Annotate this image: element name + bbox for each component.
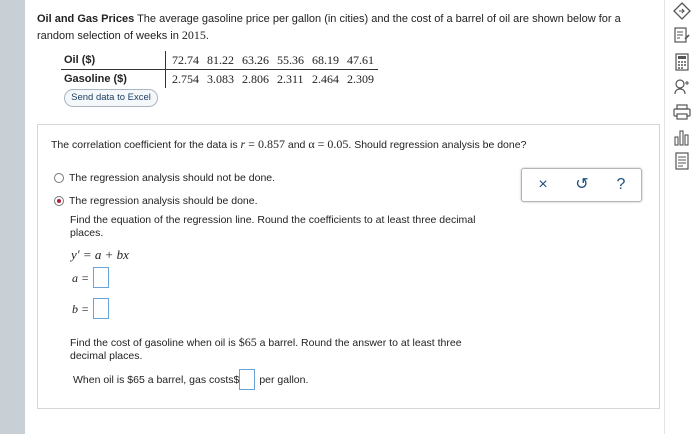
document-icon[interactable] (673, 152, 691, 170)
answer-prefix: When oil is $65 a barrel, gas costs$ (73, 373, 240, 386)
option-done[interactable]: The regression analysis should be done. (54, 195, 258, 207)
question-panel: The correlation coefficient for the data… (37, 124, 660, 409)
option-label: The regression analysis should not be do… (69, 172, 276, 184)
table-cell: 47.61 (343, 51, 378, 70)
find-equation-text: Find the equation of the regression line… (70, 214, 476, 239)
problem-title: Oil and Gas Prices (37, 13, 135, 25)
row-label: Gasoline ($) (64, 73, 127, 85)
find-cost-text: Find the cost of gasoline when oil is $6… (70, 335, 462, 363)
coef-a-row: a = (72, 267, 109, 288)
diamond-icon[interactable] (673, 2, 691, 20)
radio-button-selected[interactable] (54, 196, 64, 206)
table-cell: 68.19 (308, 51, 343, 70)
table-row-gasoline: Gasoline ($) 2.754 3.083 2.806 2.311 2.4… (61, 69, 378, 88)
calculator-icon[interactable] (673, 53, 691, 71)
print-icon[interactable] (673, 103, 691, 121)
row-label: Oil ($) (61, 51, 166, 70)
main-content: Oil and Gas Prices The average gasoline … (37, 0, 660, 434)
send-to-excel-button[interactable]: Send data to Excel (64, 89, 158, 107)
radio-button[interactable] (54, 173, 64, 183)
table-cell: 81.22 (203, 51, 238, 70)
table-cell: 63.26 (238, 51, 273, 70)
regression-equation: y′ = a + bx (71, 247, 129, 262)
option-not-done[interactable]: The regression analysis should not be do… (54, 172, 275, 184)
option-label: The regression analysis should be done. (69, 195, 258, 207)
table-cell: 55.36 (273, 51, 308, 70)
data-table: Oil ($) 72.74 81.22 63.26 55.36 68.19 47… (61, 51, 378, 88)
table-cell: 2.464 (312, 71, 339, 86)
correlation-question: The correlation coefficient for the data… (51, 137, 527, 151)
problem-intro: Oil and Gas Prices The average gasoline … (37, 13, 621, 42)
table-cell: 2.806 (242, 71, 269, 86)
table-row-oil: Oil ($) 72.74 81.22 63.26 55.36 68.19 47… (61, 51, 378, 70)
undo-icon[interactable]: ↺ (571, 176, 593, 194)
table-cell: 2.754 (165, 69, 203, 88)
help-icon[interactable]: ? (610, 176, 632, 194)
table-cell: 72.74 (165, 51, 203, 70)
coef-b-input[interactable] (93, 298, 109, 319)
edit-icon[interactable] (673, 26, 691, 44)
coef-b-label: b = (72, 302, 90, 316)
table-cell: 3.083 (207, 71, 234, 86)
left-sidebar-strip (0, 0, 25, 434)
table-cell: 2.311 (277, 71, 304, 86)
problem-year: 2015 (181, 28, 206, 42)
hint-icon[interactable] (673, 78, 691, 96)
answer-tools: × ↺ ? (521, 168, 642, 202)
gas-cost-answer-row: When oil is $65 a barrel, gas costs$ per… (73, 369, 308, 390)
chart-icon[interactable] (673, 128, 691, 146)
answer-suffix: per gallon. (259, 373, 309, 386)
gas-cost-input[interactable] (239, 369, 256, 390)
right-toolbar (664, 0, 700, 434)
table-cell: 2.309 (347, 71, 374, 86)
coef-a-input[interactable] (93, 267, 109, 288)
coef-b-row: b = (72, 298, 109, 319)
coef-a-label: a = (72, 271, 90, 285)
close-icon[interactable]: × (532, 176, 554, 194)
